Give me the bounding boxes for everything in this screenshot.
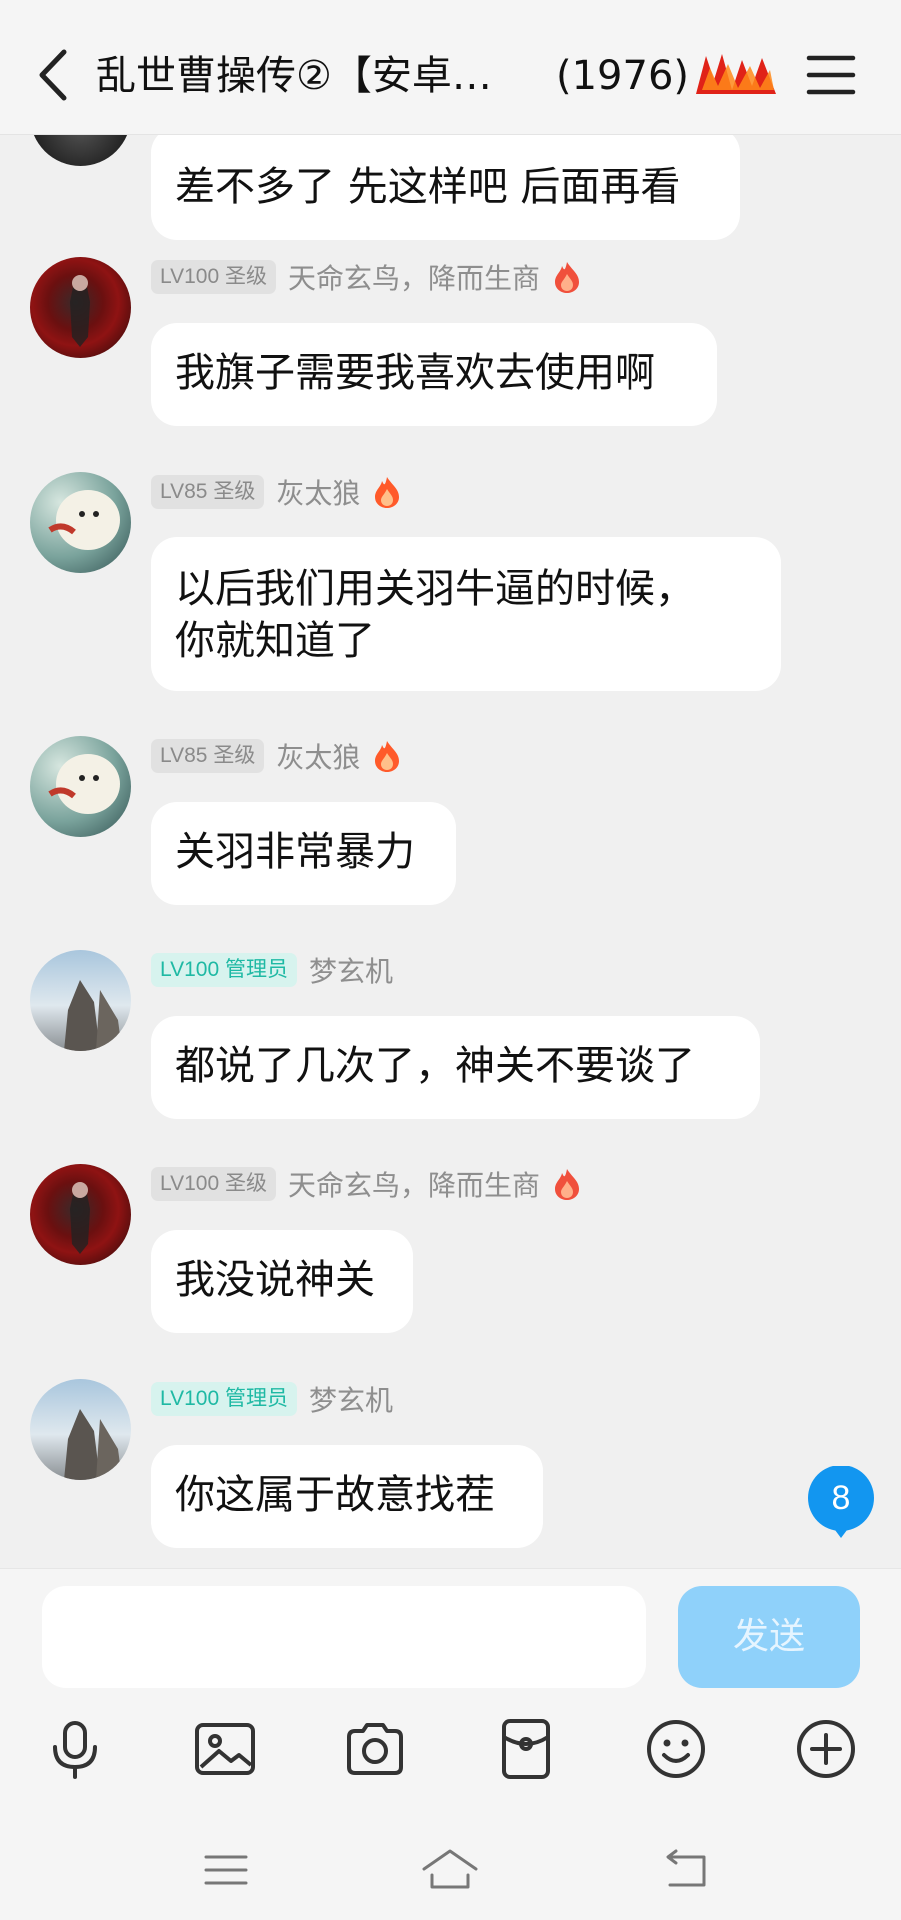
flame-icon: [375, 477, 400, 508]
nav-home-icon[interactable]: [420, 1845, 480, 1895]
avatar[interactable]: [30, 257, 131, 358]
image-icon[interactable]: [193, 1717, 257, 1781]
level-badge: LV100 圣级: [151, 1167, 276, 1201]
message-bubble[interactable]: 我没说神关: [151, 1230, 413, 1333]
chat-header: 乱世曹操传②【安卓… (1976): [0, 0, 901, 135]
admin-badge: LV100 管理员: [151, 1382, 297, 1416]
admin-badge: LV100 管理员: [151, 953, 297, 987]
message-input[interactable]: [42, 1586, 646, 1688]
level-badge: LV85 圣级: [151, 739, 265, 773]
message-text: 都说了几次了，神关不要谈了: [175, 1043, 695, 1089]
message-bubble[interactable]: 我旗子需要我喜欢去使用啊: [151, 323, 717, 426]
message-text: 关羽非常暴力: [175, 829, 415, 875]
message-bubble[interactable]: 你这属于故意找茬: [151, 1445, 543, 1548]
sender-info: LV100 管理员 梦玄机: [151, 951, 393, 989]
input-bar: 发送: [0, 1568, 901, 1920]
avatar[interactable]: [30, 472, 131, 573]
plus-icon[interactable]: [794, 1717, 858, 1781]
sender-info: LV100 圣级 天命玄鸟，降而生商: [151, 258, 582, 296]
message-bubble[interactable]: 差不多了 先这样吧 后面再看: [151, 135, 740, 240]
sender-info: LV100 圣级 天命玄鸟，降而生商: [151, 1165, 582, 1203]
avatar[interactable]: [30, 736, 131, 837]
flame-icon: [555, 262, 580, 293]
avatar[interactable]: [30, 135, 131, 166]
sender-info: LV100 管理员 梦玄机: [151, 1380, 393, 1418]
message-text: 差不多了 先这样吧 后面再看: [175, 164, 681, 210]
avatar[interactable]: [30, 950, 131, 1051]
message-text: 我旗子需要我喜欢去使用啊: [175, 350, 655, 396]
unread-count: 8: [831, 1479, 851, 1517]
sender-info: LV85 圣级 灰太狼: [151, 737, 402, 775]
avatar[interactable]: [30, 1379, 131, 1480]
send-button[interactable]: 发送: [678, 1586, 860, 1688]
message-text: 我没说神关: [175, 1257, 375, 1303]
back-arrow-icon[interactable]: [34, 48, 74, 102]
flame-icon: [375, 741, 400, 772]
sender-name[interactable]: 天命玄鸟，降而生商: [288, 1164, 540, 1204]
sender-name[interactable]: 梦玄机: [309, 1379, 393, 1419]
sender-name[interactable]: 天命玄鸟，降而生商: [288, 257, 540, 297]
avatar[interactable]: [30, 1164, 131, 1265]
microphone-icon[interactable]: [43, 1717, 107, 1781]
message-text-line: 你就知道了: [175, 618, 375, 664]
sender-name[interactable]: 梦玄机: [309, 950, 393, 990]
message-text-line: 以后我们用关羽牛逼的时候，: [175, 566, 695, 612]
nav-menu-icon[interactable]: [196, 1845, 256, 1895]
camera-icon[interactable]: [343, 1717, 407, 1781]
emoji-icon[interactable]: [644, 1717, 708, 1781]
sender-name[interactable]: 灰太狼: [276, 736, 360, 776]
flame-icon: [555, 1169, 580, 1200]
red-packet-icon[interactable]: [494, 1717, 558, 1781]
sender-name[interactable]: 灰太狼: [276, 472, 360, 512]
group-title[interactable]: 乱世曹操传②【安卓…: [96, 46, 526, 106]
message-bubble[interactable]: 以后我们用关羽牛逼的时候， 你就知道了: [151, 537, 781, 691]
menu-icon[interactable]: [806, 50, 856, 100]
member-count[interactable]: (1976): [556, 46, 689, 106]
message-text: 你这属于故意找茬: [175, 1472, 495, 1518]
nav-back-icon[interactable]: [656, 1845, 716, 1895]
sender-info: LV85 圣级 灰太狼: [151, 473, 402, 511]
level-badge: LV100 圣级: [151, 260, 276, 294]
message-list[interactable]: 差不多了 先这样吧 后面再看 LV100 圣级 天命玄鸟，降而生商 我旗子需要我…: [0, 135, 901, 1568]
message-bubble[interactable]: 关羽非常暴力: [151, 802, 456, 905]
unread-count-button[interactable]: 8: [806, 1465, 876, 1538]
level-badge: LV85 圣级: [151, 475, 265, 509]
message-bubble[interactable]: 都说了几次了，神关不要谈了: [151, 1016, 760, 1119]
group-logo-icon: [696, 54, 776, 94]
